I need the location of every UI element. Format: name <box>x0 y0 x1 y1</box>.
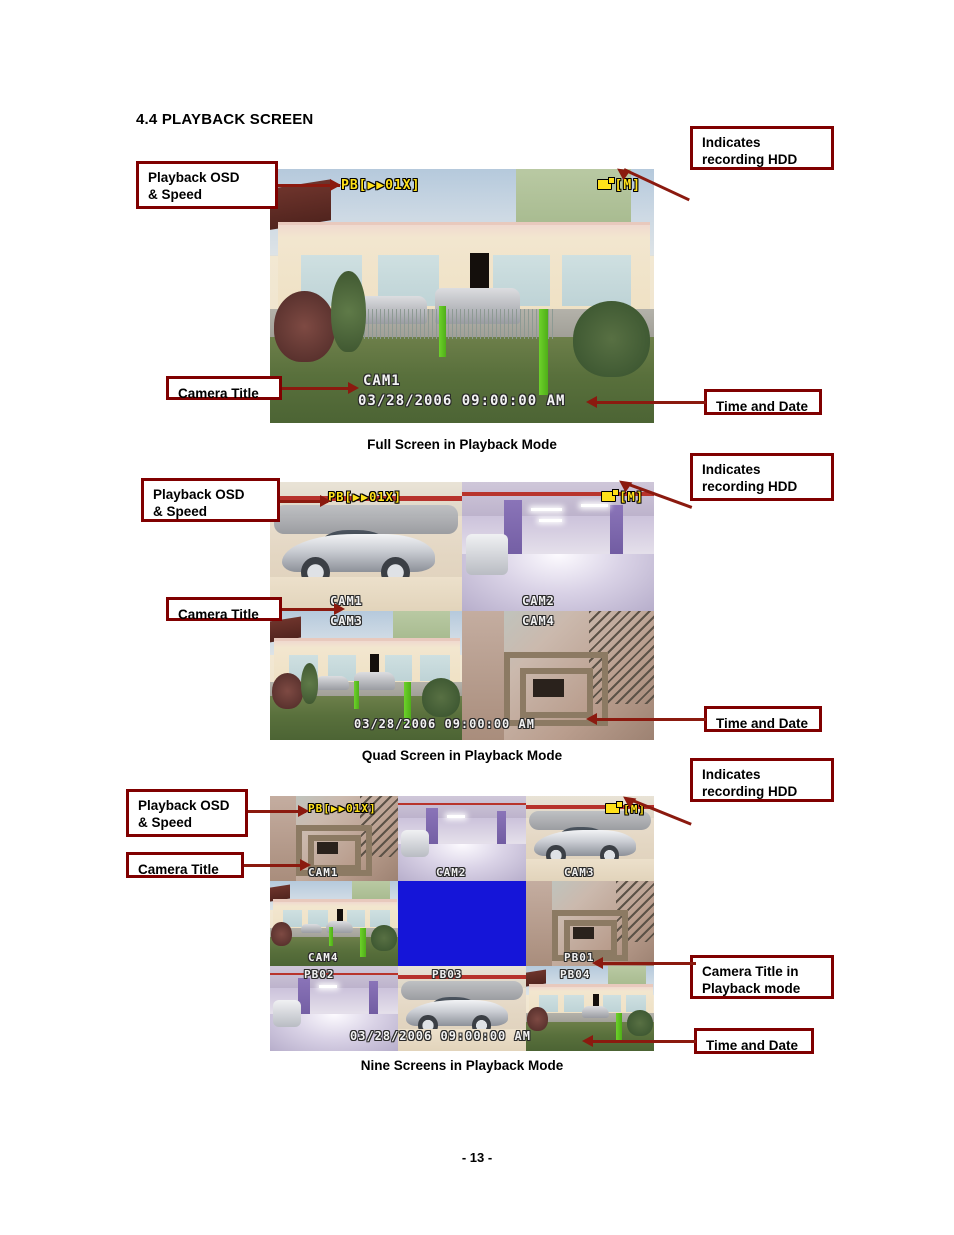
leader-arrow-time-date-quad <box>586 713 597 725</box>
leader-arrow-camera-title-nine <box>300 859 311 871</box>
osd-camera-title: CAM1 <box>363 373 401 389</box>
callout-recording-hdd-quad: Indicates recording HDD <box>690 453 834 501</box>
osd-playback-speed: PB[▶▶01X] <box>328 490 403 504</box>
hdd-icon <box>601 489 620 502</box>
leader-line-camera-title-quad <box>282 608 340 611</box>
osd-camera-title: CAM3 <box>564 866 595 879</box>
nine-channel-6: PB01 <box>526 881 654 966</box>
osd-camera-title: CAM2 <box>436 866 467 879</box>
callout-recording-hdd-nine: Indicates recording HDD <box>690 758 834 802</box>
callout-time-date-full: Time and Date <box>704 389 822 415</box>
page-title: 4.4 PLAYBACK SCREEN <box>136 111 314 128</box>
page-number: - 13 - <box>461 1150 493 1165</box>
nine-channel-5 <box>398 881 526 966</box>
osd-camera-title-playback: PB01 <box>564 951 595 964</box>
leader-arrow-playback-osd-nine <box>298 805 309 817</box>
leader-line-camera-title-playback <box>600 962 696 965</box>
callout-playback-osd-speed-full: Playback OSD & Speed <box>136 161 278 209</box>
leader-arrow-camera-title-quad <box>334 603 345 615</box>
osd-camera-title: CAM3 <box>330 614 363 628</box>
callout-time-date-quad: Time and Date <box>704 706 822 732</box>
callout-camera-title-full: Camera Title <box>166 376 282 401</box>
hdd-icon <box>605 801 624 814</box>
leader-line-time-date-full <box>594 401 706 404</box>
hdd-label: [M] <box>619 490 644 504</box>
leader-arrow-time-date-nine <box>582 1035 593 1047</box>
nine-screen-preview: CAM1 CAM2 CAM3 CAM4 PB01 PB02 PB03 PB04 … <box>270 796 654 1051</box>
camera-scene-blank <box>398 881 526 966</box>
callout-camera-title-nine: Camera Title <box>126 852 244 878</box>
callout-camera-title-quad: Camera Title <box>166 597 282 622</box>
osd-timestamp: 03/28/2006 09:00:00 AM <box>358 393 566 409</box>
osd-camera-title: CAM4 <box>522 614 555 628</box>
callout-camera-title-playback: Camera Title in Playback mode <box>690 955 834 999</box>
osd-camera-title-playback: PB03 <box>432 968 463 981</box>
callout-playback-osd-speed-nine: Playback OSD & Speed <box>126 789 248 837</box>
hdd-icon <box>596 177 615 190</box>
leader-arrow-camera-title-playback <box>592 957 603 969</box>
leader-arrow-time-date-full <box>586 396 597 408</box>
callout-playback-osd-speed-quad: Playback OSD & Speed <box>141 478 280 522</box>
osd-camera-title: CAM4 <box>308 951 339 964</box>
leader-arrow-playback-osd-quad <box>320 495 331 507</box>
osd-camera-title: CAM1 <box>308 866 339 879</box>
quad-screen-preview: CAM1 CAM2 CAM3 CAM4 PB[▶▶01X] [M] 03/28/… <box>270 482 654 740</box>
leader-arrow-playback-osd-full <box>330 179 341 191</box>
leader-line-camera-title-full <box>282 387 354 390</box>
leader-line-camera-title-nine <box>244 864 306 867</box>
full-screen-preview: PB[▶▶01X] [M] CAM1 03/28/2006 09:00:00 A… <box>270 169 654 423</box>
leader-line-time-date-nine <box>590 1040 696 1043</box>
caption-full-screen: Full Screen in Playback Mode <box>367 437 557 452</box>
osd-hdd-indicator: [M] <box>601 489 644 504</box>
osd-camera-title-playback: PB02 <box>304 968 335 981</box>
osd-timestamp: 03/28/2006 09:00:00 AM <box>354 717 535 731</box>
callout-time-date-nine: Time and Date <box>694 1028 814 1054</box>
camera-scene-building <box>270 169 654 423</box>
caption-nine-screen: Nine Screens in Playback Mode <box>360 1058 564 1073</box>
hdd-label: [M] <box>614 178 641 193</box>
osd-hdd-indicator: [M] <box>596 177 641 193</box>
leader-arrow-camera-title-full <box>348 382 359 394</box>
osd-camera-title-playback: PB04 <box>560 968 591 981</box>
osd-playback-speed: PB[▶▶01X] <box>308 802 377 815</box>
osd-camera-title: CAM2 <box>522 594 555 608</box>
osd-timestamp: 03/28/2006 09:00:00 AM <box>350 1029 531 1043</box>
nine-channel-4: CAM4 <box>270 881 398 966</box>
caption-quad-screen: Quad Screen in Playback Mode <box>361 748 563 763</box>
nine-channel-2: CAM2 <box>398 796 526 881</box>
callout-recording-hdd-full: Indicates recording HDD <box>690 126 834 170</box>
osd-playback-speed: PB[▶▶01X] <box>341 178 421 193</box>
leader-line-time-date-quad <box>594 718 706 721</box>
